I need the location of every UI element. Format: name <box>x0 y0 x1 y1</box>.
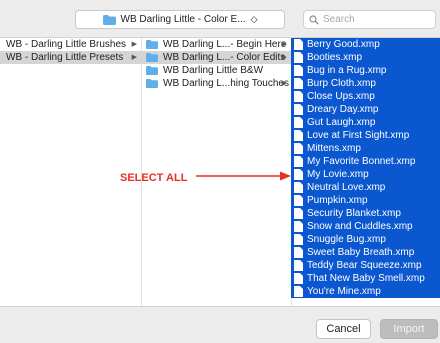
file-name: Burp Cloth.xmp <box>307 78 376 89</box>
import-button[interactable]: Import <box>380 319 438 339</box>
file-row[interactable]: Neutral Love.xmp <box>291 181 440 194</box>
document-icon <box>294 143 303 154</box>
search-field[interactable]: Search <box>303 10 436 29</box>
file-name: Security Blanket.xmp <box>307 208 401 219</box>
file-row[interactable]: Sweet Baby Breath.xmp <box>291 246 440 259</box>
list-item[interactable]: WB Darling L...- Color Edits ▶ <box>141 51 291 64</box>
document-icon <box>294 182 303 193</box>
document-icon <box>294 208 303 219</box>
file-row[interactable]: Snuggle Bug.xmp <box>291 233 440 246</box>
file-name: My Lovie.xmp <box>307 169 369 180</box>
file-name: Mittens.xmp <box>307 143 361 154</box>
file-name: Berry Good.xmp <box>307 39 380 50</box>
file-name: Bug in a Rug.xmp <box>307 65 387 76</box>
disclosure-arrow-icon: ▶ <box>131 54 137 61</box>
search-placeholder: Search <box>323 14 355 25</box>
file-row[interactable]: Snow and Cuddles.xmp <box>291 220 440 233</box>
file-row[interactable]: That New Baby Smell.xmp <box>291 272 440 285</box>
file-row[interactable]: Mittens.xmp <box>291 142 440 155</box>
location-label: WB Darling Little - Color E... <box>120 14 246 25</box>
file-name: Gut Laugh.xmp <box>307 117 376 128</box>
column-3: Berry Good.xmp Booties.xmp Bug in a Rug.xm… <box>291 38 440 306</box>
file-name: That New Baby Smell.xmp <box>307 273 425 284</box>
cancel-button[interactable]: Cancel <box>316 319 371 339</box>
file-row[interactable]: Gut Laugh.xmp <box>291 116 440 129</box>
document-icon <box>294 65 303 76</box>
file-name: Dreary Day.xmp <box>307 104 379 115</box>
file-name: Teddy Bear Squeeze.xmp <box>307 260 422 271</box>
document-icon <box>294 78 303 89</box>
file-row[interactable]: Security Blanket.xmp <box>291 207 440 220</box>
disclosure-arrow-icon: ▶ <box>281 54 287 61</box>
disclosure-arrow-icon: ▶ <box>281 41 287 48</box>
document-icon <box>294 52 303 63</box>
file-row[interactable]: Berry Good.xmp <box>291 38 440 51</box>
file-row[interactable]: Burp Cloth.xmp <box>291 77 440 90</box>
document-icon <box>294 234 303 245</box>
document-icon <box>294 273 303 284</box>
file-name: Booties.xmp <box>307 52 363 63</box>
file-row[interactable]: Pumpkin.xmp <box>291 194 440 207</box>
file-row[interactable]: My Favorite Bonnet.xmp <box>291 155 440 168</box>
document-icon <box>294 195 303 206</box>
document-icon <box>294 130 303 141</box>
file-row[interactable]: My Lovie.xmp <box>291 168 440 181</box>
disclosure-arrow-icon: ▶ <box>131 41 137 48</box>
file-name: Snow and Cuddles.xmp <box>307 221 413 232</box>
list-item[interactable]: WB Darling L...- Begin Here ▶ <box>141 38 291 51</box>
list-item[interactable]: WB Darling L...hing Touches ▶ <box>141 77 291 90</box>
file-row[interactable]: Teddy Bear Squeeze.xmp <box>291 259 440 272</box>
file-name: Sweet Baby Breath.xmp <box>307 247 415 258</box>
document-icon <box>294 117 303 128</box>
file-name: Snuggle Bug.xmp <box>307 234 386 245</box>
document-icon <box>294 247 303 258</box>
location-popup[interactable]: WB Darling Little - Color E... ◇ <box>75 10 285 29</box>
bottom-bar: Cancel Import <box>0 306 440 343</box>
file-row[interactable]: Love at First Sight.xmp <box>291 129 440 142</box>
chevron-updown-icon: ◇ <box>250 14 258 24</box>
file-name: You're Mine.xmp <box>307 286 381 297</box>
disclosure-arrow-icon: ▶ <box>281 80 287 87</box>
list-item[interactable]: WB Darling Little B&W <box>141 64 291 77</box>
arrow-right-icon <box>196 171 291 181</box>
file-name: Neutral Love.xmp <box>307 182 386 193</box>
search-icon <box>309 14 319 25</box>
folder-icon <box>146 40 158 49</box>
file-name: Close Ups.xmp <box>307 91 375 102</box>
document-icon <box>294 169 303 180</box>
document-icon <box>294 156 303 167</box>
toolbar: WB Darling Little - Color E... ◇ Search <box>0 0 440 38</box>
file-row[interactable]: Close Ups.xmp <box>291 90 440 103</box>
file-row[interactable]: Booties.xmp <box>291 51 440 64</box>
folder-icon <box>146 79 158 88</box>
document-icon <box>294 91 303 102</box>
folder-icon <box>146 53 158 62</box>
file-row[interactable]: Bug in a Rug.xmp <box>291 64 440 77</box>
folder-icon <box>102 14 116 25</box>
document-icon <box>294 286 303 297</box>
folder-icon <box>146 66 158 75</box>
list-item[interactable]: WB - Darling Little Presets ▶ <box>0 51 141 64</box>
file-name: Love at First Sight.xmp <box>307 130 410 141</box>
document-icon <box>294 260 303 271</box>
list-item[interactable]: WB - Darling Little Brushes ▶ <box>0 38 141 51</box>
document-icon <box>294 104 303 115</box>
select-all-annotation: SELECT ALL <box>120 172 188 184</box>
document-icon <box>294 221 303 232</box>
file-row[interactable]: You're Mine.xmp <box>291 285 440 298</box>
document-icon <box>294 39 303 50</box>
file-name: Pumpkin.xmp <box>307 195 368 206</box>
file-row[interactable]: Dreary Day.xmp <box>291 103 440 116</box>
file-name: My Favorite Bonnet.xmp <box>307 156 416 167</box>
